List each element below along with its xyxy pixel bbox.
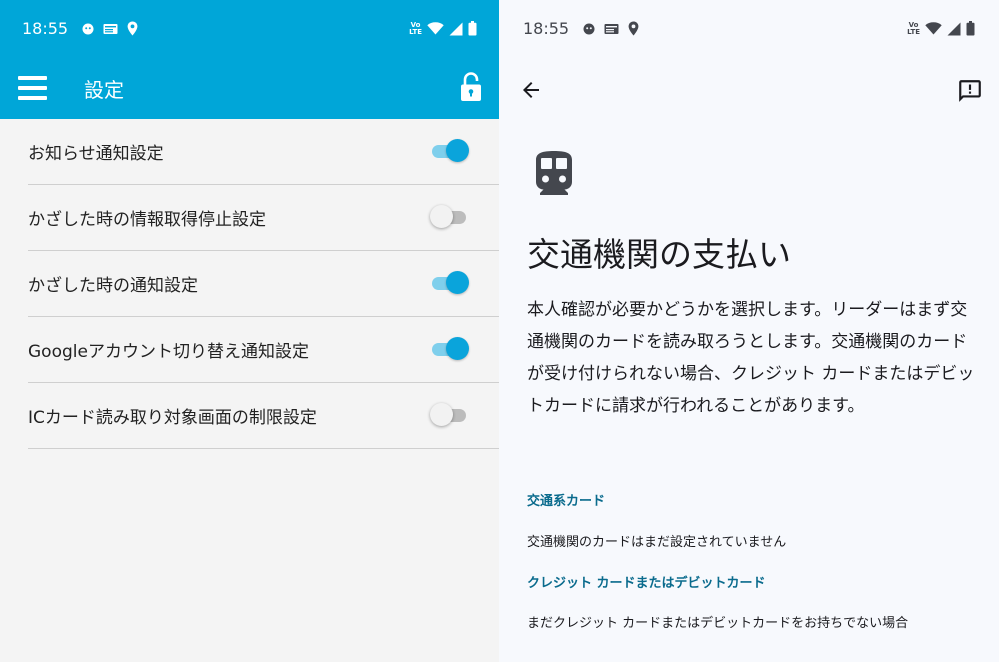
credit-debit-card-status[interactable]: まだクレジット カードまたはデビットカードをお持ちでない場合 (527, 612, 908, 631)
back-button[interactable] (519, 78, 543, 106)
feedback-icon (959, 80, 981, 102)
cellular-signal-icon (947, 22, 961, 36)
tap-info-stop-toggle[interactable] (430, 205, 468, 229)
setting-row-tap-notification[interactable]: かざした時の通知設定 (28, 251, 499, 317)
section-header-transit-card: 交通系カード (527, 494, 606, 509)
battery-icon (468, 21, 477, 36)
setting-row-ic-card-restriction[interactable]: ICカード読み取り対象画面の制限設定 (28, 383, 499, 449)
menu-button[interactable] (18, 74, 48, 102)
train-icon (533, 150, 575, 200)
setting-row-tap-info-stop[interactable]: かざした時の情報取得停止設定 (28, 185, 499, 251)
app-bar: 設定 (0, 57, 499, 119)
cellular-signal-icon (449, 22, 463, 36)
status-time: 18:55 (523, 19, 570, 38)
lock-button[interactable] (460, 72, 482, 106)
news-notification-toggle[interactable] (432, 139, 469, 163)
feedback-button[interactable] (957, 78, 983, 108)
wifi-icon (925, 22, 942, 35)
setting-label: かざした時の情報取得停止設定 (28, 210, 266, 230)
volte-icon: Vo LTE (907, 20, 920, 36)
page-title: 交通機関の支払い (527, 235, 791, 274)
google-account-switch-toggle[interactable] (432, 337, 469, 361)
ic-card-restriction-toggle[interactable] (430, 403, 468, 427)
status-bar: 18:55 Vo LTE (0, 0, 499, 57)
status-time: 18:55 (22, 19, 69, 38)
location-icon (127, 21, 138, 36)
page-title: 設定 (84, 78, 124, 102)
arrow-back-icon (523, 82, 539, 98)
section-header-credit-debit-card: クレジット カードまたはデビットカード (527, 576, 766, 591)
battery-icon (966, 21, 975, 36)
unlocked-padlock-icon (461, 72, 481, 101)
settings-list: お知らせ通知設定 かざした時の情報取得停止設定 かざした時の通知設定 Googl… (28, 119, 499, 449)
setting-label: ICカード読み取り対象画面の制限設定 (28, 408, 317, 428)
setting-label: かざした時の通知設定 (28, 276, 198, 296)
setting-label: Googleアカウント切り替え通知設定 (28, 342, 309, 362)
hamburger-menu-icon (18, 76, 47, 100)
notification-app-icon (583, 23, 595, 35)
transit-card-status[interactable]: 交通機関のカードはまだ設定されていません (527, 531, 786, 550)
tap-notification-toggle[interactable] (432, 271, 469, 295)
volte-icon: Vo LTE (409, 20, 422, 36)
wifi-icon (427, 22, 444, 35)
transit-payment-screen: 18:55 Vo LTE 交通機関の支払い 本人確認が必要かどうかを選択します。… (499, 0, 999, 662)
settings-screen: 18:55 Vo LTE 設定 お知らせ通知設定 かざした時の情報取得停止設定 … (0, 0, 499, 662)
status-bar: 18:55 Vo LTE (499, 0, 999, 57)
description: 本人確認が必要かどうかを選択します。リーダーはまず交通機関のカードを読み取ろうと… (527, 300, 975, 416)
setting-label: お知らせ通知設定 (28, 144, 164, 164)
notification-app-icon (82, 23, 94, 35)
location-icon (628, 21, 639, 36)
card-notification-icon (103, 23, 118, 35)
setting-row-news-notification[interactable]: お知らせ通知設定 (28, 119, 499, 185)
setting-row-google-account-switch[interactable]: Googleアカウント切り替え通知設定 (28, 317, 499, 383)
card-notification-icon (604, 23, 619, 35)
